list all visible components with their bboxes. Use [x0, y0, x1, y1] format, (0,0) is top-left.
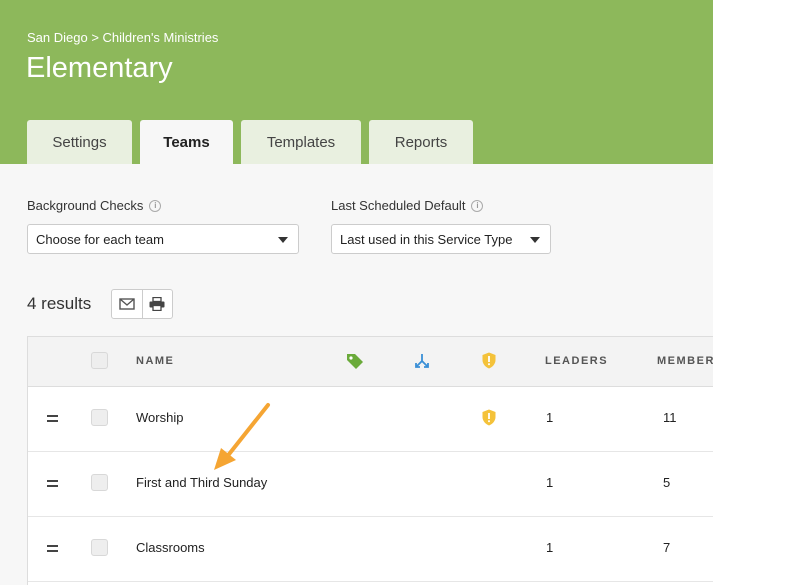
- tab-teams[interactable]: Teams: [140, 120, 233, 164]
- team-name[interactable]: First and Third Sunday: [136, 475, 267, 490]
- table-row[interactable]: Classrooms 1 7: [28, 517, 713, 582]
- select-all-checkbox[interactable]: [91, 352, 108, 369]
- background-checks-select[interactable]: Choose for each team: [27, 224, 299, 254]
- team-name[interactable]: Worship: [136, 410, 183, 425]
- team-members: 5: [663, 475, 671, 490]
- tag-icon: [347, 354, 363, 369]
- info-icon[interactable]: i: [149, 199, 162, 212]
- teams-table: NAME LEADERS MEMBERS Worship 1 11: [27, 336, 713, 585]
- column-name[interactable]: NAME: [136, 355, 174, 367]
- tab-settings[interactable]: Settings: [27, 120, 132, 164]
- background-checks-label: Background Checks i: [27, 198, 162, 213]
- breadcrumb[interactable]: San Diego > Children's Ministries: [27, 30, 218, 45]
- tab-templates[interactable]: Templates: [241, 120, 361, 164]
- column-members[interactable]: MEMBERS: [657, 355, 713, 367]
- last-scheduled-value: Last used in this Service Type: [340, 231, 513, 247]
- print-button[interactable]: [141, 290, 173, 318]
- team-leaders: 1: [546, 540, 554, 555]
- team-leaders: 1: [546, 410, 554, 425]
- last-scheduled-label-text: Last Scheduled Default: [331, 198, 466, 213]
- annotation-arrow-icon: [214, 403, 270, 470]
- caret-down-icon: [530, 237, 540, 243]
- team-name[interactable]: Classrooms: [136, 540, 205, 555]
- email-button[interactable]: [112, 290, 142, 318]
- background-checks-label-text: Background Checks: [27, 198, 144, 213]
- info-icon[interactable]: i: [471, 199, 484, 212]
- printer-icon: [149, 297, 165, 311]
- last-scheduled-select[interactable]: Last used in this Service Type: [331, 224, 551, 254]
- page-title: Elementary: [26, 52, 173, 84]
- tab-reports[interactable]: Reports: [369, 120, 473, 164]
- export-button-group: [111, 289, 173, 319]
- app: San Diego > Children's Ministries Elemen…: [0, 0, 713, 585]
- table-row[interactable]: First and Third Sunday 1 5: [28, 452, 713, 517]
- page-header: San Diego > Children's Ministries Elemen…: [0, 0, 713, 164]
- team-members: 11: [663, 410, 677, 425]
- drag-handle-icon[interactable]: [47, 415, 58, 425]
- drag-handle-icon[interactable]: [47, 480, 58, 490]
- team-members: 7: [663, 540, 671, 555]
- shield-icon: [482, 409, 496, 426]
- row-checkbox[interactable]: [91, 539, 108, 556]
- shield-icon: [482, 352, 496, 369]
- column-leaders[interactable]: LEADERS: [545, 355, 608, 367]
- row-checkbox[interactable]: [91, 474, 108, 491]
- table-header: NAME LEADERS MEMBERS: [28, 337, 713, 387]
- caret-down-icon: [278, 237, 288, 243]
- table-row[interactable]: Worship 1 11: [28, 387, 713, 452]
- results-count: 4 results: [27, 294, 92, 313]
- split-icon: [415, 354, 429, 368]
- row-checkbox[interactable]: [91, 409, 108, 426]
- team-leaders: 1: [546, 475, 554, 490]
- background-checks-value: Choose for each team: [36, 231, 164, 247]
- envelope-icon: [119, 298, 135, 310]
- last-scheduled-label: Last Scheduled Default i: [331, 198, 484, 213]
- drag-handle-icon[interactable]: [47, 545, 58, 555]
